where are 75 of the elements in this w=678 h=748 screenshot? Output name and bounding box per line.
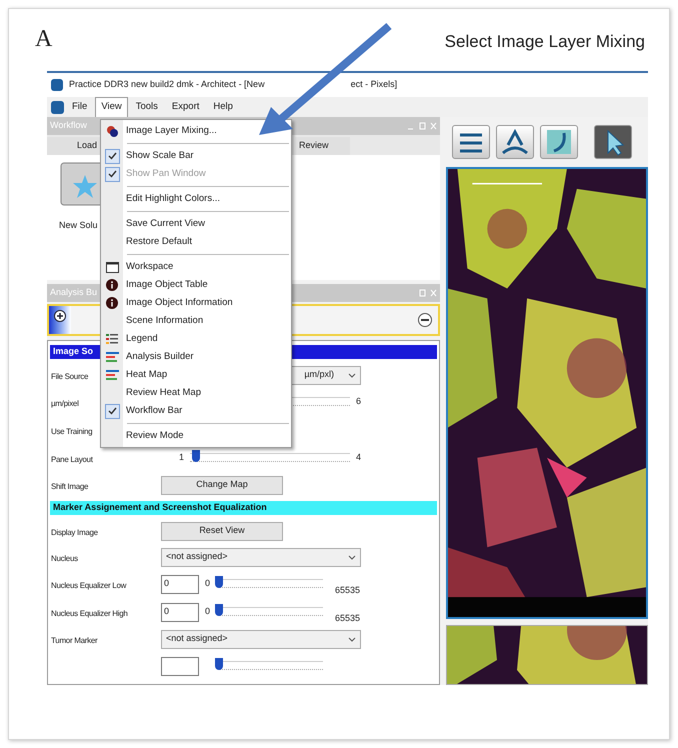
menu-item[interactable]: Scene Information bbox=[101, 312, 291, 330]
menu-item[interactable]: Legend bbox=[101, 330, 291, 348]
app-logo-icon bbox=[51, 100, 64, 114]
info-icon bbox=[106, 297, 118, 309]
menu-item[interactable]: Review Heat Map bbox=[101, 384, 291, 402]
list-icon bbox=[106, 352, 118, 362]
max-label: 65535 bbox=[335, 584, 360, 596]
window-controls-icon bbox=[417, 289, 437, 297]
field-label: Shift Image bbox=[51, 482, 88, 491]
action-button[interactable]: Reset View bbox=[161, 522, 283, 540]
field-label: Display Image bbox=[51, 528, 98, 537]
dropdown[interactable]: <not assigned> bbox=[161, 630, 361, 648]
max-label: 65535 bbox=[335, 612, 360, 624]
window-title: Practice DDR3 new build2 dmk - Architect - [New bbox=[69, 78, 265, 92]
chevron-down-icon bbox=[348, 554, 356, 560]
slider-min-label: 1 bbox=[178, 451, 184, 464]
menu-item[interactable]: Edit Highlight Colors... bbox=[101, 190, 291, 208]
field-label: Nucleus Equalizer Low bbox=[51, 581, 126, 590]
legend-icon bbox=[106, 333, 118, 345]
slider-thumb[interactable] bbox=[215, 604, 223, 616]
min-label: 0 bbox=[205, 578, 210, 588]
app-logo-icon bbox=[51, 79, 63, 91]
menu-item[interactable]: Heat Map bbox=[101, 366, 291, 384]
panel-label: A bbox=[35, 27, 52, 51]
curve-icon[interactable] bbox=[540, 125, 578, 159]
remove-button[interactable] bbox=[418, 313, 432, 327]
tool-label: New Solu bbox=[59, 219, 98, 232]
slider-max-label: 6 bbox=[356, 395, 361, 408]
plus-icon bbox=[54, 310, 66, 322]
chevron-down-icon bbox=[348, 636, 356, 642]
field-label: µm/pixel bbox=[51, 399, 79, 408]
number-field[interactable]: 0 bbox=[161, 602, 199, 622]
section-header: Marker Assignement and Screenshot Equalization bbox=[50, 501, 437, 515]
slider-max-label: 4 bbox=[356, 451, 361, 464]
window-controls-icon bbox=[407, 122, 437, 130]
field-label: Use Training bbox=[51, 427, 92, 436]
arch-icon[interactable] bbox=[496, 125, 534, 159]
menu-bar-item[interactable]: File bbox=[66, 97, 94, 117]
info-icon bbox=[106, 279, 118, 291]
layers-icon bbox=[106, 124, 118, 138]
menu-bar-item[interactable]: View bbox=[95, 97, 128, 117]
menu-item[interactable]: Image Object Table bbox=[101, 276, 291, 294]
workflow-tab[interactable]: Review bbox=[295, 137, 350, 155]
menu-bar-item[interactable]: Export bbox=[166, 97, 206, 117]
menu-item[interactable]: Image Object Information bbox=[101, 294, 291, 312]
field-label: Pane Layout bbox=[51, 455, 93, 464]
caption: Select Image Layer Mixing bbox=[444, 31, 645, 53]
field-label: Nucleus Equalizer High bbox=[51, 609, 128, 618]
menu-item[interactable]: Workflow Bar bbox=[101, 402, 291, 420]
field-label: Tumor Marker bbox=[51, 636, 98, 645]
slider-thumb[interactable] bbox=[215, 658, 223, 670]
field-label: Nucleus bbox=[51, 554, 78, 563]
menu-item[interactable]: Image Layer Mixing... bbox=[101, 122, 291, 140]
number-field[interactable]: 0 bbox=[161, 574, 199, 594]
window-title: ect - Pixels] bbox=[350, 78, 398, 92]
minus-icon bbox=[421, 319, 429, 321]
menu-bar-item[interactable]: Tools bbox=[130, 97, 164, 117]
list-icon bbox=[106, 370, 118, 380]
menu-item[interactable]: Save Current View bbox=[101, 215, 291, 233]
add-button[interactable] bbox=[49, 306, 71, 334]
field-label: File Source bbox=[51, 372, 88, 381]
window-icon bbox=[106, 262, 118, 272]
chevron-down-icon bbox=[348, 372, 356, 378]
min-label: 0 bbox=[205, 606, 210, 616]
menu-item[interactable]: Workspace bbox=[101, 258, 291, 276]
stacked-lines-icon[interactable] bbox=[452, 125, 490, 159]
pointer-icon[interactable] bbox=[594, 125, 632, 159]
menu-item[interactable]: Restore Default bbox=[101, 233, 291, 251]
dropdown[interactable]: <not assigned> bbox=[161, 548, 361, 566]
number-field[interactable] bbox=[161, 656, 199, 676]
menu-bar-item[interactable]: Help bbox=[207, 97, 239, 117]
action-button[interactable]: Change Map bbox=[161, 476, 283, 494]
menu-item[interactable]: Review Mode bbox=[101, 427, 291, 445]
slider-thumb[interactable] bbox=[215, 576, 223, 588]
slider-thumb[interactable] bbox=[192, 450, 200, 462]
